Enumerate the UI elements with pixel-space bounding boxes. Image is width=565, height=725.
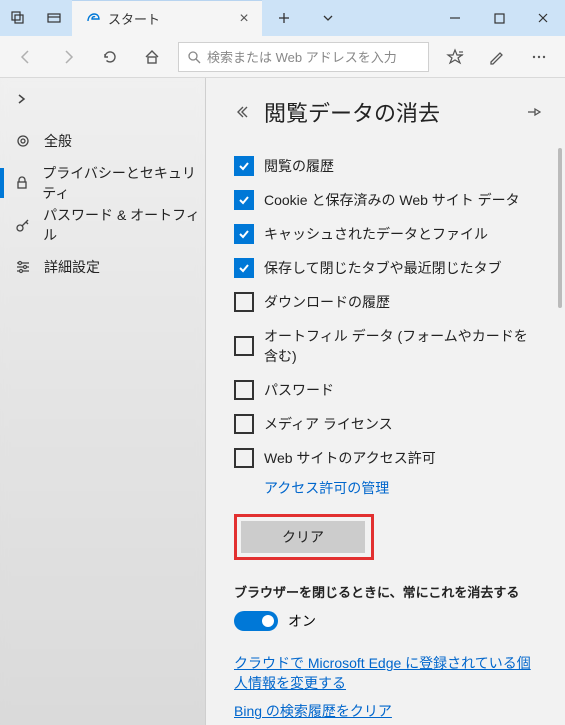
sidebar-item-label: プライバシーとセキュリティ <box>42 163 205 203</box>
checkbox-row[interactable]: 保存して閉じたタブや最近閉じたタブ <box>234 258 541 278</box>
favorites-button[interactable] <box>435 38 475 76</box>
bing-link[interactable]: Bing の検索履歴をクリア <box>234 701 541 721</box>
tab-preview-icon[interactable] <box>36 11 72 25</box>
sidebar-item-general[interactable]: 全般 <box>0 120 205 162</box>
checkbox-row[interactable]: メディア ライセンス <box>234 414 541 434</box>
notes-button[interactable] <box>477 38 517 76</box>
checkbox-icon <box>234 414 254 434</box>
new-tab-button[interactable] <box>262 0 306 36</box>
home-button[interactable] <box>132 38 172 76</box>
lock-icon <box>14 175 30 191</box>
chevron-down-icon[interactable] <box>306 0 350 36</box>
sidebar-item-passwords[interactable]: パスワード & オートフィル <box>0 204 205 246</box>
checkbox-label: Web サイトのアクセス許可 <box>264 448 436 468</box>
key-icon <box>14 217 31 233</box>
checkbox-row[interactable]: オートフィル データ (フォームやカードを含む) <box>234 326 541 366</box>
maximize-button[interactable] <box>477 0 521 36</box>
toolbar: 検索または Web アドレスを入力 <box>0 36 565 78</box>
settings-icon <box>14 259 32 275</box>
sidebar-item-label: 詳細設定 <box>44 257 100 277</box>
checkbox-label: パスワード <box>264 380 334 400</box>
checkbox-label: キャッシュされたデータとファイル <box>264 224 488 244</box>
checkbox-icon <box>234 292 254 312</box>
sidebar-item-label: 全般 <box>44 131 72 151</box>
checkbox-icon <box>234 336 254 356</box>
settings-sidebar: 全般 プライバシーとセキュリティ パスワード & オートフィル 詳細設定 <box>0 78 206 725</box>
address-bar[interactable]: 検索または Web アドレスを入力 <box>178 42 429 72</box>
minimize-button[interactable] <box>433 0 477 36</box>
pin-icon[interactable] <box>525 104 541 120</box>
panel-title: 閲覧データの消去 <box>264 96 511 128</box>
forward-button[interactable] <box>48 38 88 76</box>
refresh-button[interactable] <box>90 38 130 76</box>
checkbox-row[interactable]: キャッシュされたデータとファイル <box>234 224 541 244</box>
checkbox-label: オートフィル データ (フォームやカードを含む) <box>264 326 541 366</box>
sidebar-expand-icon[interactable] <box>0 78 205 120</box>
checkbox-row[interactable]: Cookie と保存済みの Web サイト データ <box>234 190 541 210</box>
sidebar-item-privacy[interactable]: プライバシーとセキュリティ <box>0 162 205 204</box>
close-window-button[interactable] <box>521 0 565 36</box>
toggle-label: オン <box>288 611 316 631</box>
sidebar-item-label: パスワード & オートフィル <box>43 205 205 245</box>
checkbox-label: ダウンロードの履歴 <box>264 292 390 312</box>
sidebar-item-advanced[interactable]: 詳細設定 <box>0 246 205 288</box>
settings-panel: 閲覧データの消去 閲覧の履歴 Cookie と保存済みの Web サイト データキ… <box>206 78 565 725</box>
search-icon <box>187 50 201 64</box>
checkbox-row[interactable]: 閲覧の履歴 <box>234 156 541 176</box>
panel-back-icon[interactable] <box>234 104 250 120</box>
more-button[interactable] <box>519 38 559 76</box>
address-placeholder: 検索または Web アドレスを入力 <box>207 47 397 66</box>
tabs-aside-icon[interactable] <box>0 11 36 25</box>
checkbox-icon <box>234 258 254 278</box>
checkbox-icon <box>234 156 254 176</box>
checkbox-label: メディア ライセンス <box>264 414 393 434</box>
checkbox-row[interactable]: Web サイトのアクセス許可 <box>234 448 541 468</box>
checkbox-icon <box>234 190 254 210</box>
checkbox-icon <box>234 448 254 468</box>
edge-icon <box>86 12 100 26</box>
checkbox-row[interactable]: ダウンロードの履歴 <box>234 292 541 312</box>
checkbox-icon <box>234 224 254 244</box>
titlebar: スタート × <box>0 0 565 36</box>
gear-icon <box>14 133 32 149</box>
browser-tab[interactable]: スタート × <box>72 0 262 36</box>
clear-highlight: クリア <box>234 514 374 560</box>
checkbox-icon <box>234 380 254 400</box>
checkbox-label: Cookie と保存済みの Web サイト データ <box>264 190 520 210</box>
scrollbar[interactable] <box>558 148 562 308</box>
tab-close-icon[interactable]: × <box>236 10 252 28</box>
checkbox-label: 閲覧の履歴 <box>264 156 334 176</box>
manage-permissions-link[interactable]: アクセス許可の管理 <box>264 478 389 498</box>
always-clear-toggle[interactable] <box>234 611 278 631</box>
cloud-link[interactable]: クラウドで Microsoft Edge に登録されている個人情報を変更する <box>234 653 541 693</box>
checkbox-label: 保存して閉じたタブや最近閉じたタブ <box>264 258 502 278</box>
tab-label: スタート <box>108 9 228 28</box>
clear-button[interactable]: クリア <box>241 521 365 553</box>
back-button[interactable] <box>6 38 46 76</box>
checkbox-row[interactable]: パスワード <box>234 380 541 400</box>
always-clear-title: ブラウザーを閉じるときに、常にこれを消去する <box>234 582 541 601</box>
